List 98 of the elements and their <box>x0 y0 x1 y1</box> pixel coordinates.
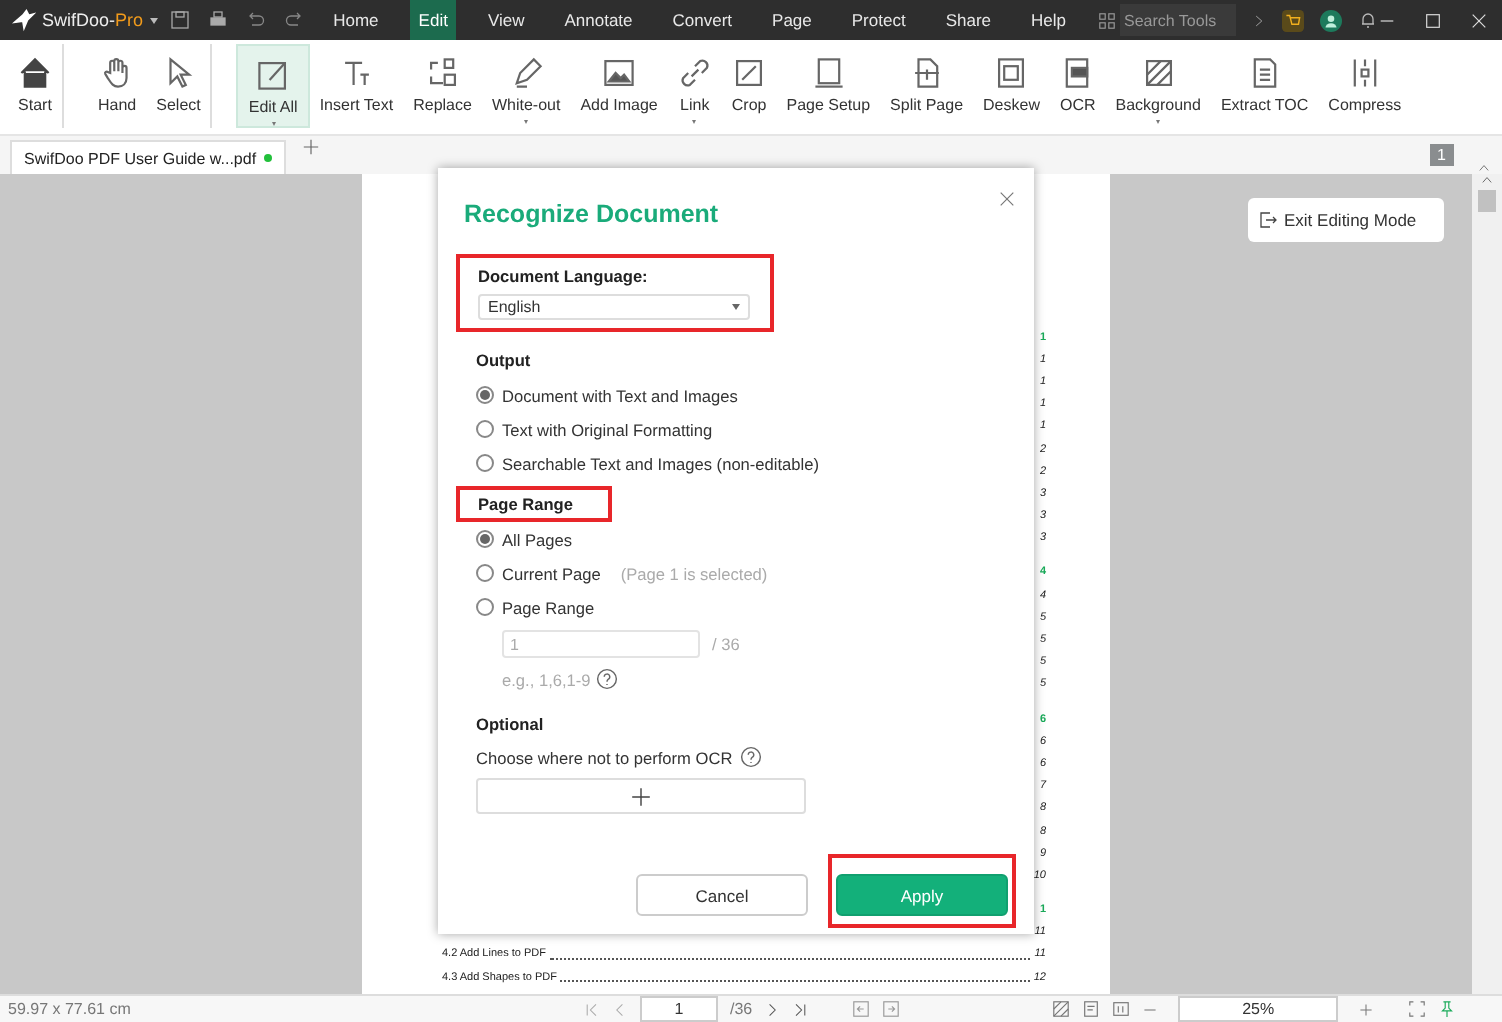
radio-option[interactable]: Document with Text and Images <box>476 378 738 412</box>
text-icon <box>339 56 374 90</box>
close-icon <box>1470 11 1488 29</box>
plus-icon <box>630 785 652 807</box>
ribbon-button[interactable]: Link <box>667 44 722 128</box>
redo-icon <box>283 10 304 30</box>
instruction-text: Choose where not to perform OCR <box>476 747 733 767</box>
chevron-right-icon <box>1252 11 1266 29</box>
ribbon-button[interactable]: Split Page <box>880 44 974 128</box>
pin-icon <box>1438 1000 1457 1018</box>
menu-tab[interactable]: View <box>479 0 533 40</box>
document-tab[interactable]: SwifDoo PDF User Guide w...pdf <box>10 140 287 174</box>
app-name: SwifDoo- <box>42 10 116 30</box>
search-field[interactable]: Search Tools <box>1120 4 1236 36</box>
hatch-icon <box>1052 1000 1071 1018</box>
home-icon <box>18 56 52 90</box>
ribbon-button[interactable]: OCR <box>1049 44 1106 128</box>
menu-tab[interactable]: Page <box>764 0 820 40</box>
radio-option[interactable]: All Pages <box>476 522 573 556</box>
close-icon <box>998 190 1016 208</box>
exit-editing-button[interactable]: Exit Editing Mode <box>1248 198 1445 242</box>
last-page-icon <box>792 1001 809 1017</box>
edition-label: Pro <box>115 10 144 30</box>
back-icon <box>852 1000 871 1018</box>
cart-icon <box>1282 9 1304 31</box>
split-page-icon <box>909 56 944 90</box>
pen-icon <box>509 56 544 90</box>
image-icon <box>602 56 637 90</box>
cancel-button[interactable]: Cancel <box>636 874 808 916</box>
save-icon <box>169 10 190 30</box>
scrollbar[interactable] <box>1472 174 1502 994</box>
scroll-thumb[interactable] <box>1478 190 1496 212</box>
ribbon-button[interactable]: Compress <box>1318 44 1412 128</box>
ribbon-button[interactable]: Extract TOC <box>1210 44 1319 128</box>
language-dropdown[interactable]: English <box>478 294 750 320</box>
page-total: / 36 <box>712 634 740 654</box>
menu-tab[interactable]: Annotate <box>556 0 641 40</box>
radio-option[interactable]: Current Page (Page 1 is selected) <box>476 556 768 590</box>
radio-option[interactable]: Searchable Text and Images (non-editable) <box>476 446 820 480</box>
bell-icon <box>1358 10 1378 30</box>
dialog-title: Recognize Document <box>464 200 721 228</box>
replace-icon <box>425 56 460 90</box>
help-icon <box>596 668 619 690</box>
ribbon-button[interactable]: Background <box>1105 44 1211 128</box>
actual-size-icon <box>1112 1000 1131 1018</box>
exit-icon <box>1258 210 1278 230</box>
section-heading: Page Range <box>478 494 575 514</box>
print-icon <box>207 10 228 30</box>
section-heading: Output <box>476 350 533 370</box>
zoom-field[interactable]: 25% <box>1178 996 1339 1022</box>
menu-tab[interactable]: Convert <box>664 0 741 40</box>
menu-tab[interactable]: Edit <box>410 0 456 40</box>
ribbon-button[interactable]: Select <box>146 44 213 128</box>
menu-tab[interactable]: Protect <box>843 0 914 40</box>
ribbon-button[interactable]: Insert Text <box>309 44 404 128</box>
next-page-icon <box>764 1001 781 1017</box>
ribbon-button[interactable]: Page Setup <box>776 44 881 128</box>
grid-icon <box>1098 11 1116 29</box>
ribbon-button[interactable]: Replace <box>403 44 482 128</box>
field-label: Document Language: <box>478 266 650 286</box>
zoom-in-icon <box>1358 1001 1375 1017</box>
user-icon <box>1320 9 1342 31</box>
plus-icon <box>302 138 321 156</box>
link-icon <box>677 56 712 90</box>
page-field[interactable]: 1 <box>640 996 718 1022</box>
help-icon <box>740 746 763 768</box>
ribbon-button[interactable]: Crop <box>721 44 777 128</box>
deskew-icon <box>994 56 1029 90</box>
add-area-button[interactable] <box>476 778 806 814</box>
forward-icon <box>882 1000 901 1018</box>
page-size: 59.97 x 77.61 cm <box>6 1000 133 1018</box>
menu-tab[interactable]: Help <box>1023 0 1074 40</box>
ribbon-button[interactable]: Start <box>8 44 64 128</box>
hatch-icon <box>1141 56 1176 90</box>
page-layout-icon <box>1082 1000 1101 1018</box>
ribbon-button[interactable]: Deskew <box>973 44 1050 128</box>
ribbon-button[interactable]: Hand <box>88 44 147 128</box>
ribbon-button[interactable]: Add Image <box>570 44 668 128</box>
bird-logo-icon <box>12 8 36 32</box>
page-icon <box>811 56 846 90</box>
page-badge: 1 <box>1429 144 1454 166</box>
first-page-icon <box>584 1001 600 1017</box>
radio-option[interactable]: Text with Original Formatting <box>476 412 713 446</box>
menu-tab[interactable]: Home <box>325 0 387 40</box>
hint-text: e.g., 1,6,1-9 <box>502 669 591 689</box>
page-total: /36 <box>730 1000 753 1018</box>
edit-box-icon <box>256 58 291 92</box>
previous-page-icon <box>612 1001 628 1017</box>
crop-icon <box>732 56 767 90</box>
section-heading: Optional <box>476 714 546 734</box>
menu-tab[interactable]: Share <box>937 0 1000 40</box>
caret-icon[interactable] <box>149 17 158 23</box>
maximize-icon <box>1424 11 1442 29</box>
undo-icon <box>245 10 266 30</box>
fit-screen-icon <box>1408 1000 1427 1018</box>
ribbon-button[interactable]: Edit All <box>236 44 310 128</box>
radio-option[interactable]: Page Range <box>476 590 595 624</box>
ribbon-button[interactable]: White-out <box>481 44 571 128</box>
